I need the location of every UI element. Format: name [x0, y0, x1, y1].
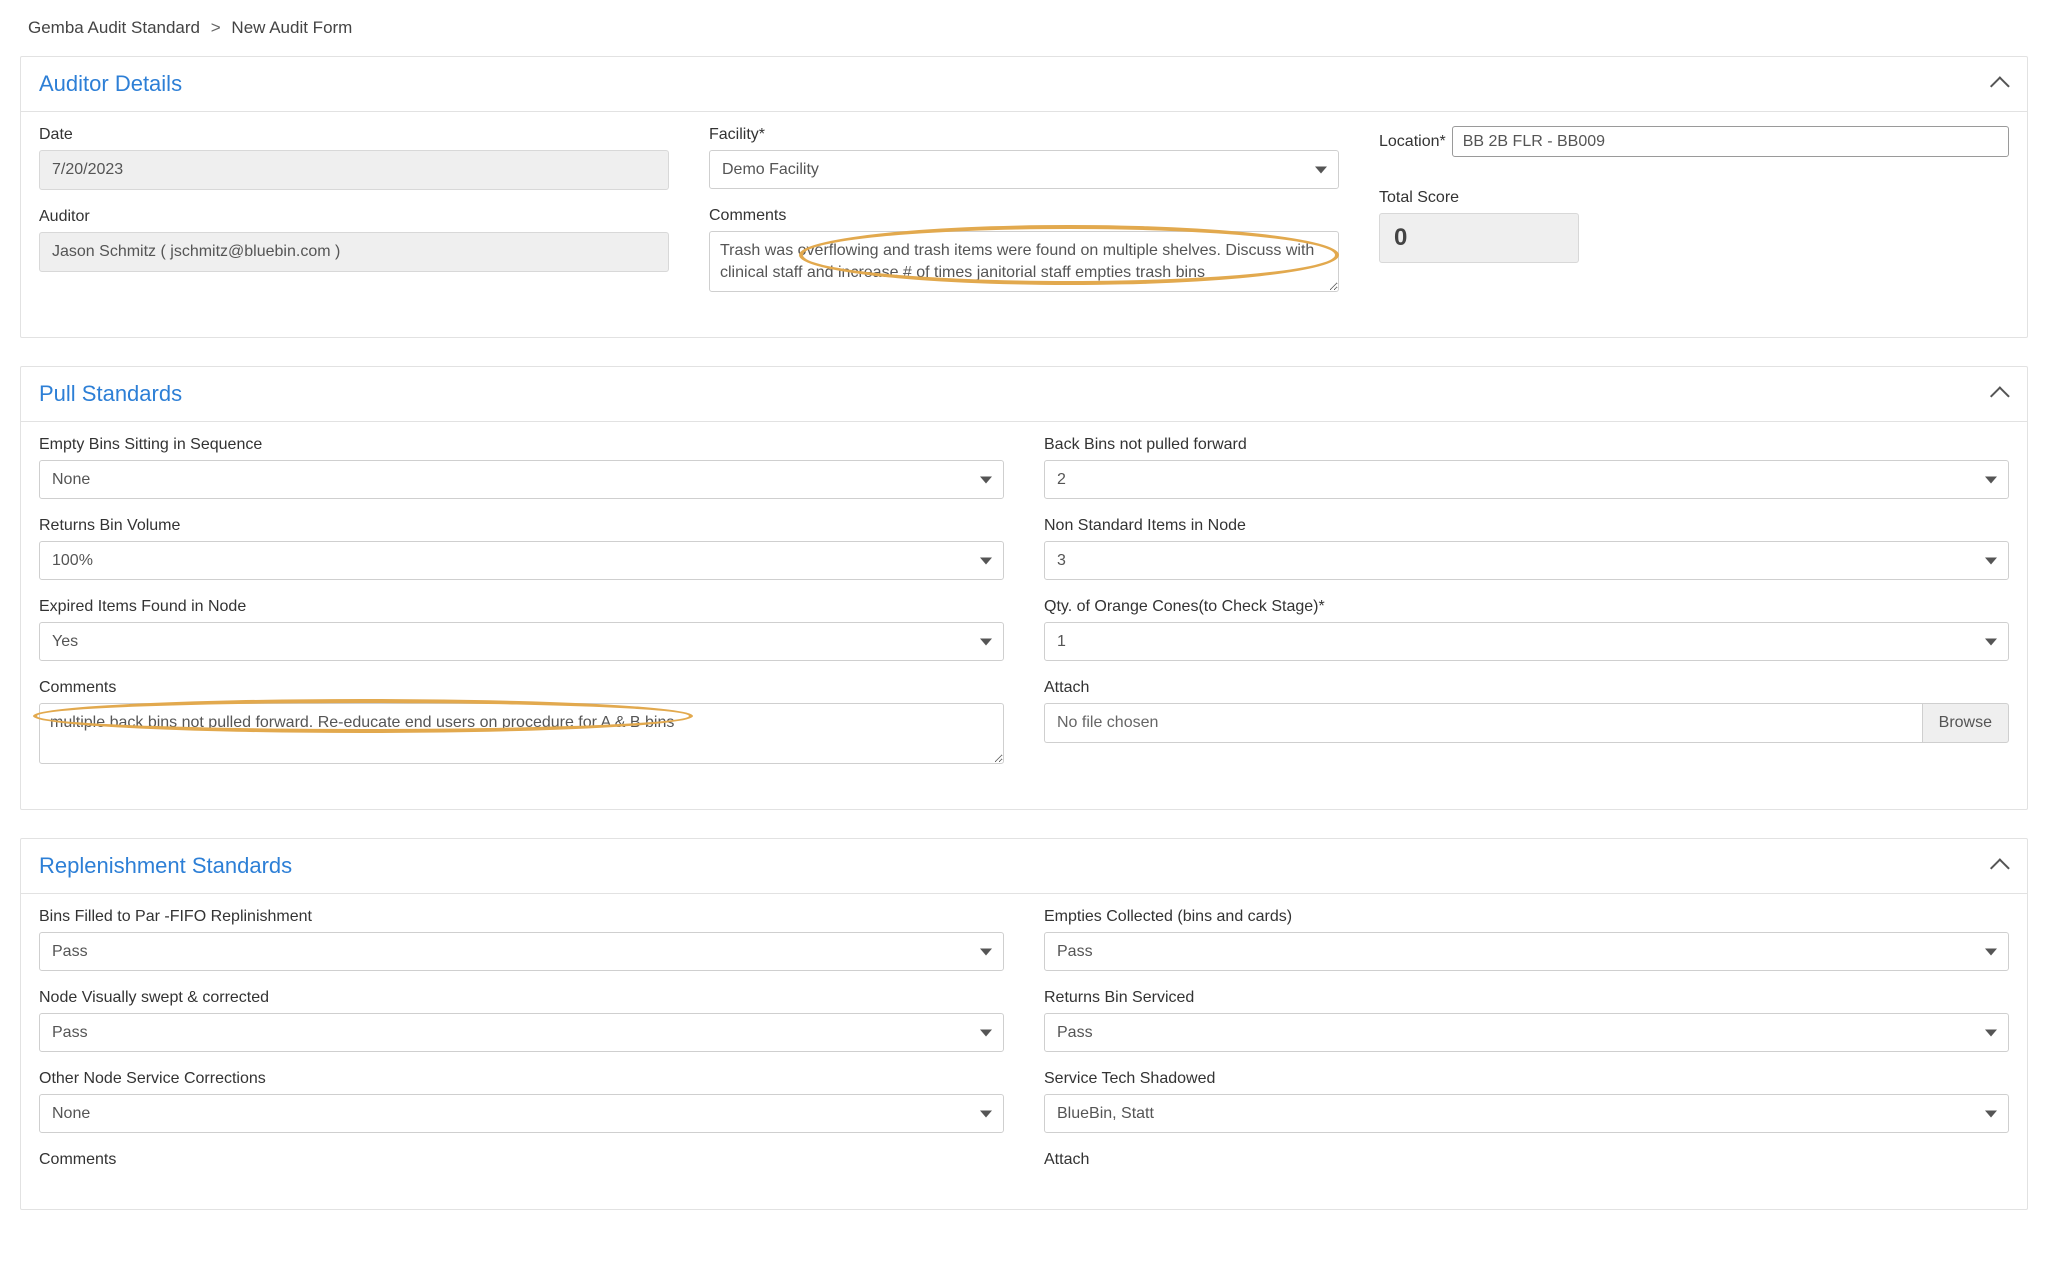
cones-select[interactable]: 1	[1044, 622, 2009, 661]
browse-button[interactable]: Browse	[1922, 703, 2009, 743]
chevron-up-icon	[1990, 76, 2010, 96]
empties-select[interactable]: Pass	[1044, 932, 2009, 971]
back-bins-label: Back Bins not pulled forward	[1044, 436, 2009, 454]
facility-label: Facility	[709, 126, 1339, 144]
non-std-select[interactable]: 3	[1044, 541, 2009, 580]
swept-label: Node Visually swept & corrected	[39, 989, 1004, 1007]
rep-attach-label: Attach	[1044, 1151, 2009, 1169]
other-label: Other Node Service Corrections	[39, 1070, 1004, 1088]
empty-bins-label: Empty Bins Sitting in Sequence	[39, 436, 1004, 454]
empties-label: Empties Collected (bins and cards)	[1044, 908, 2009, 926]
breadcrumb-root[interactable]: Gemba Audit Standard	[28, 18, 200, 37]
back-bins-select[interactable]: 2	[1044, 460, 2009, 499]
attach-label: Attach	[1044, 679, 2009, 697]
replenishment-title: Replenishment Standards	[39, 853, 292, 879]
swept-select[interactable]: Pass	[39, 1013, 1004, 1052]
breadcrumb-current: New Audit Form	[231, 18, 352, 37]
date-field: 7/20/2023	[39, 150, 669, 190]
auditor-details-title: Auditor Details	[39, 71, 182, 97]
rep-comments-label: Comments	[39, 1151, 1004, 1169]
auditor-details-panel: Auditor Details Date 7/20/2023 Auditor J…	[20, 56, 2028, 338]
chevron-up-icon	[1990, 386, 2010, 406]
chevron-up-icon	[1990, 859, 2010, 879]
expired-label: Expired Items Found in Node	[39, 598, 1004, 616]
breadcrumb-separator: >	[211, 18, 221, 37]
attach-file-display: No file chosen	[1044, 703, 1922, 743]
returns-serv-select[interactable]: Pass	[1044, 1013, 2009, 1052]
total-score-label: Total Score	[1379, 189, 2009, 207]
auditor-field: Jason Schmitz ( jschmitz@bluebin.com )	[39, 232, 669, 272]
date-label: Date	[39, 126, 669, 144]
breadcrumb: Gemba Audit Standard > New Audit Form	[20, 0, 2028, 56]
pull-standards-header[interactable]: Pull Standards	[21, 367, 2027, 422]
auditor-comments-textarea[interactable]: Trash was overflowing and trash items we…	[709, 231, 1339, 292]
returns-serv-label: Returns Bin Serviced	[1044, 989, 2009, 1007]
returns-vol-label: Returns Bin Volume	[39, 517, 1004, 535]
comments-label: Comments	[709, 207, 1339, 225]
returns-vol-select[interactable]: 100%	[39, 541, 1004, 580]
shadow-label: Service Tech Shadowed	[1044, 1070, 2009, 1088]
pull-comments-label: Comments	[39, 679, 1004, 697]
fifo-select[interactable]: Pass	[39, 932, 1004, 971]
pull-standards-panel: Pull Standards Empty Bins Sitting in Seq…	[20, 366, 2028, 810]
total-score-value: 0	[1379, 213, 1579, 263]
cones-label: Qty. of Orange Cones(to Check Stage)	[1044, 598, 2009, 616]
auditor-label: Auditor	[39, 208, 669, 226]
expired-select[interactable]: Yes	[39, 622, 1004, 661]
empty-bins-select[interactable]: None	[39, 460, 1004, 499]
location-label: Location	[1379, 133, 1446, 151]
facility-select[interactable]: Demo Facility	[709, 150, 1339, 189]
location-select[interactable]: BB 2B FLR - BB009	[1452, 126, 2009, 157]
pull-standards-title: Pull Standards	[39, 381, 182, 407]
fifo-label: Bins Filled to Par -FIFO Replinishment	[39, 908, 1004, 926]
pull-comments-textarea[interactable]: multiple back bins not pulled forward. R…	[39, 703, 1004, 764]
non-std-label: Non Standard Items in Node	[1044, 517, 2009, 535]
replenishment-panel: Replenishment Standards Bins Filled to P…	[20, 838, 2028, 1210]
auditor-details-header[interactable]: Auditor Details	[21, 57, 2027, 112]
replenishment-header[interactable]: Replenishment Standards	[21, 839, 2027, 894]
